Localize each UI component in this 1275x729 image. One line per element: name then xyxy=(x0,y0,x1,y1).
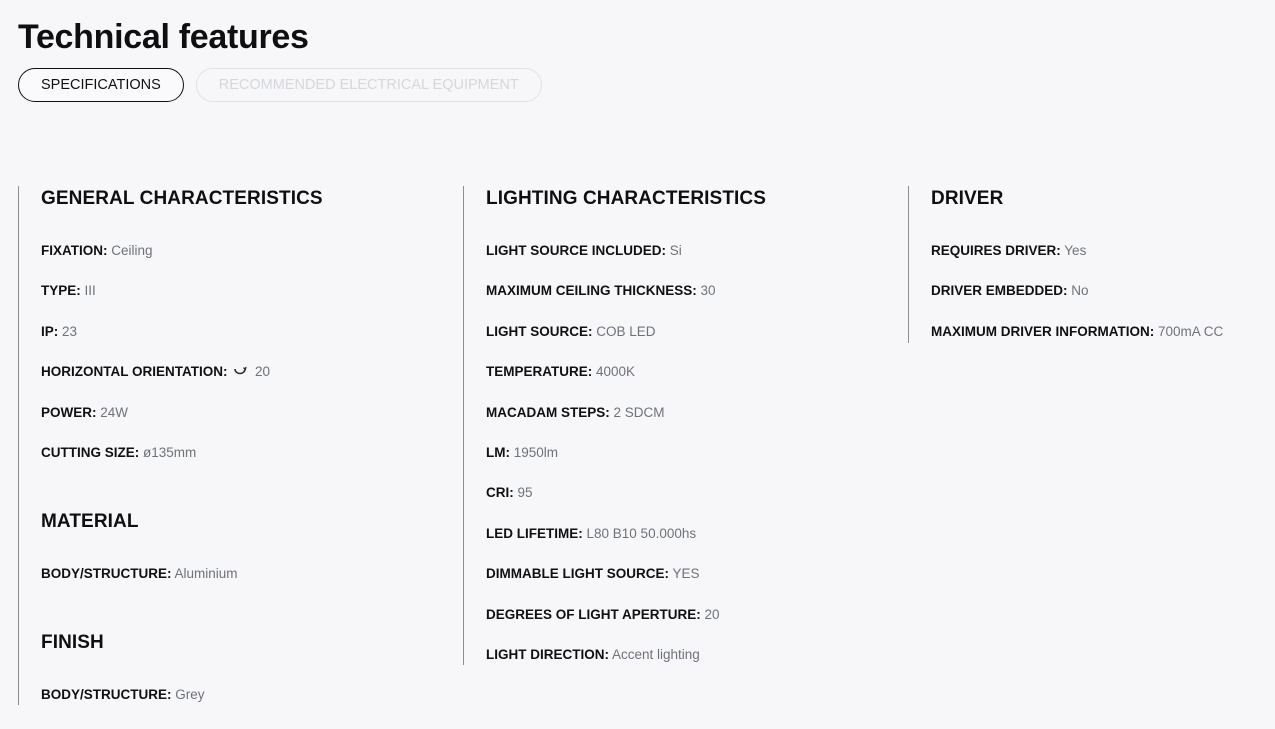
spec-ip: IP: 23 xyxy=(41,323,448,341)
spec-value: L80 B10 50.000hs xyxy=(586,525,697,541)
spec-light-source-included: LIGHT SOURCE INCLUDED: Si xyxy=(486,242,893,260)
spec-led-lifetime: LED LIFETIME: L80 B10 50.000hs xyxy=(486,525,893,543)
spec-value: 23 xyxy=(62,323,78,339)
spec-value: Grey xyxy=(175,686,205,702)
spec-label: IP: xyxy=(41,323,59,339)
spec-dimmable-light-source: DIMMABLE LIGHT SOURCE: YES xyxy=(486,565,893,583)
spec-label: CUTTING SIZE: xyxy=(41,444,140,460)
driver-spec-list: REQUIRES DRIVER: Yes DRIVER EMBEDDED: No… xyxy=(931,242,1268,341)
spec-tabs: SPECIFICATIONS RECOMMENDED ELECTRICAL EQ… xyxy=(18,68,542,102)
spec-light-direction: LIGHT DIRECTION: Accent lighting xyxy=(486,646,893,664)
spec-light-source: LIGHT SOURCE: COB LED xyxy=(486,323,893,341)
spec-label: LIGHT SOURCE: xyxy=(486,323,593,339)
material-spec-list: BODY/STRUCTURE: Aluminium xyxy=(41,565,448,583)
driver-column: DRIVER REQUIRES DRIVER: Yes DRIVER EMBED… xyxy=(908,186,1268,343)
spec-requires-driver: REQUIRES DRIVER: Yes xyxy=(931,242,1268,260)
spec-value: No xyxy=(1071,283,1089,299)
spec-lm: LM: 1950lm xyxy=(486,444,893,462)
spec-value: YES xyxy=(672,566,700,582)
lighting-spec-list: LIGHT SOURCE INCLUDED: Si MAXIMUM CEILIN… xyxy=(486,242,893,664)
spec-label: BODY/STRUCTURE: xyxy=(41,565,172,581)
spec-label: HORIZONTAL ORIENTATION: xyxy=(41,364,228,380)
spec-value: 30 xyxy=(700,283,716,299)
spec-label: LM: xyxy=(486,444,510,460)
spec-body-structure-material: BODY/STRUCTURE: Aluminium xyxy=(41,565,448,583)
spec-value: 4000K xyxy=(596,364,636,380)
spec-value: 95 xyxy=(517,485,533,501)
spec-value: 2 SDCM xyxy=(613,404,665,420)
section-title-driver: DRIVER xyxy=(931,188,1004,209)
spec-label: LIGHT SOURCE INCLUDED: xyxy=(486,243,666,258)
spec-cri: CRI: 95 xyxy=(486,484,893,502)
spec-label: MAXIMUM DRIVER INFORMATION: xyxy=(931,323,1155,339)
spec-label: LED LIFETIME: xyxy=(486,525,583,541)
spec-fixation: FIXATION: Ceiling xyxy=(41,242,448,260)
section-title-lighting: LIGHTING CHARACTERISTICS xyxy=(486,188,767,209)
spec-body-structure-finish: BODY/STRUCTURE: Grey xyxy=(41,686,448,704)
tab-recommended-electrical-equipment[interactable]: RECOMMENDED ELECTRICAL EQUIPMENT xyxy=(195,68,542,102)
general-column: GENERAL CHARACTERISTICS FIXATION: Ceilin… xyxy=(18,186,448,705)
spec-label: LIGHT DIRECTION: xyxy=(486,646,609,662)
spec-label: FIXATION: xyxy=(41,243,108,258)
spec-value: III xyxy=(84,283,96,299)
spec-type: TYPE: III xyxy=(41,282,448,300)
spec-value: Aluminium xyxy=(174,565,238,581)
spec-label: MAXIMUM CEILING THICKNESS: xyxy=(486,283,697,299)
spec-value: 20 xyxy=(704,606,720,622)
section-title-general: GENERAL CHARACTERISTICS xyxy=(41,188,323,209)
spec-power: POWER: 24W xyxy=(41,404,448,422)
lighting-column: LIGHTING CHARACTERISTICS LIGHT SOURCE IN… xyxy=(463,186,893,665)
spec-value: 700mA CC xyxy=(1158,323,1224,339)
tab-specifications[interactable]: SPECIFICATIONS xyxy=(18,68,184,102)
spec-label: REQUIRES DRIVER: xyxy=(931,243,1061,258)
spec-driver-embedded: DRIVER EMBEDDED: No xyxy=(931,282,1268,300)
spec-value: 24W xyxy=(100,404,129,420)
spec-temperature: TEMPERATURE: 4000K xyxy=(486,363,893,381)
spec-macadam-steps: MACADAM STEPS: 2 SDCM xyxy=(486,404,893,422)
spec-label: DIMMABLE LIGHT SOURCE: xyxy=(486,566,669,582)
finish-spec-list: BODY/STRUCTURE: Grey xyxy=(41,686,448,704)
spec-value: Accent lighting xyxy=(612,646,700,662)
spec-value: 1950lm xyxy=(513,444,559,460)
spec-value: 20 xyxy=(255,364,271,380)
spec-cutting-size: CUTTING SIZE: ø135mm xyxy=(41,444,448,462)
section-title-material: MATERIAL xyxy=(41,510,139,532)
spec-maximum-ceiling-thickness: MAXIMUM CEILING THICKNESS: 30 xyxy=(486,282,893,300)
spec-label: BODY/STRUCTURE: xyxy=(41,686,172,702)
spec-value: Yes xyxy=(1064,243,1087,258)
rotate-arc-icon xyxy=(233,364,247,378)
section-title-finish: FINISH xyxy=(41,631,104,653)
spec-label: DEGREES OF LIGHT APERTURE: xyxy=(486,606,701,622)
general-spec-list: FIXATION: Ceiling TYPE: III IP: 23 HORIZ… xyxy=(41,242,448,462)
spec-value: COB LED xyxy=(596,323,656,339)
spec-value: Si xyxy=(669,243,682,258)
page-title: Technical features xyxy=(18,18,309,56)
spec-maximum-driver-information: MAXIMUM DRIVER INFORMATION: 700mA CC xyxy=(931,323,1268,341)
spec-label: POWER: xyxy=(41,404,97,420)
spec-label: DRIVER EMBEDDED: xyxy=(931,283,1068,299)
spec-degrees-of-light-aperture: DEGREES OF LIGHT APERTURE: 20 xyxy=(486,606,893,624)
spec-label: MACADAM STEPS: xyxy=(486,404,610,420)
spec-label: TEMPERATURE: xyxy=(486,364,593,380)
spec-horizontal-orientation: HORIZONTAL ORIENTATION: 20 xyxy=(41,363,448,381)
spec-value: ø135mm xyxy=(143,444,197,460)
spec-label: CRI: xyxy=(486,485,514,501)
spec-label: TYPE: xyxy=(41,283,81,299)
spec-value: Ceiling xyxy=(111,243,153,258)
